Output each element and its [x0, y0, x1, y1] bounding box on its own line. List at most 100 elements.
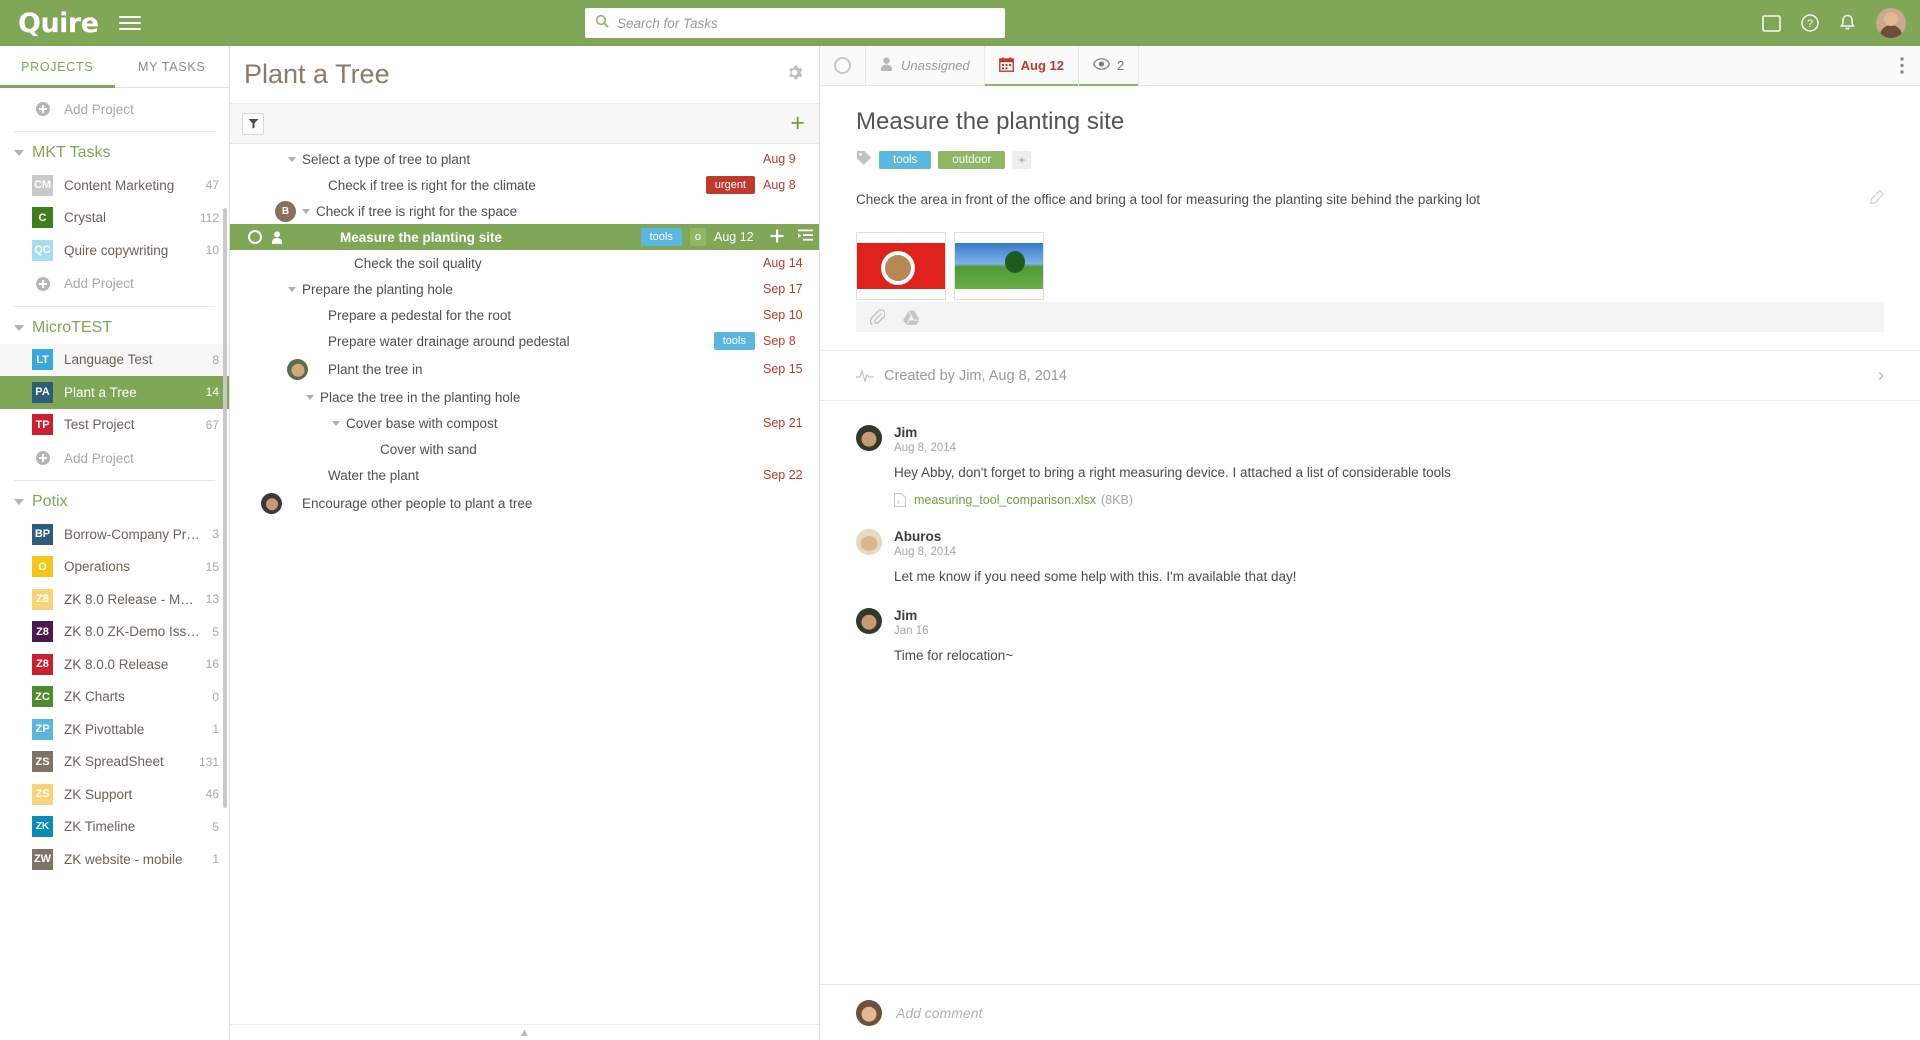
created-by-row[interactable]: Created by Jim, Aug 8, 2014 › — [820, 350, 1920, 401]
task-date[interactable]: Sep 8 — [763, 334, 819, 348]
gear-icon[interactable] — [786, 64, 803, 86]
sidebar-item-zk-80-zk-demo-issues[interactable]: Z8 ZK 8.0 ZK-Demo Issues 5 — [0, 616, 229, 649]
task-date[interactable]: Sep 10 — [763, 308, 819, 322]
task-date[interactable]: Aug 14 — [763, 256, 819, 270]
sidebar-item-operations[interactable]: O Operations 15 — [0, 551, 229, 584]
detail-watchers[interactable]: 2 — [1079, 46, 1139, 85]
tab-my-tasks[interactable]: MY TASKS — [115, 46, 230, 87]
chevron-down-icon[interactable] — [288, 287, 296, 292]
search-box[interactable] — [585, 8, 1005, 38]
task-row[interactable]: Prepare the planting hole Sep 17 — [230, 276, 819, 302]
sidebar-group-mkt-tasks[interactable]: MKT Tasks — [0, 137, 229, 169]
task-row[interactable]: Cover with sand — [230, 436, 819, 462]
sidebar-item-zk-charts[interactable]: ZC ZK Charts 0 — [0, 681, 229, 714]
task-tag[interactable]: tools — [641, 228, 682, 246]
google-drive-icon[interactable] — [903, 310, 920, 325]
paperclip-icon[interactable] — [870, 309, 885, 325]
sidebar-item-crystal[interactable]: C Crystal 112 — [0, 202, 229, 235]
sidebar-item-zk-support[interactable]: ZS ZK Support 46 — [0, 778, 229, 811]
task-row[interactable]: Water the plant Sep 22 — [230, 462, 819, 488]
assignee-avatar[interactable]: B — [275, 201, 296, 222]
detail-description[interactable]: Check the area in front of the office an… — [856, 192, 1480, 207]
task-date[interactable]: Sep 17 — [763, 282, 819, 296]
hamburger-icon[interactable] — [119, 12, 141, 34]
kebab-menu-icon[interactable] — [1884, 46, 1920, 85]
add-task-button[interactable]: + — [790, 111, 805, 136]
task-date[interactable]: Aug 8 — [763, 178, 819, 192]
sidebar-group-microtest[interactable]: MicroTEST — [0, 312, 229, 344]
chevron-down-icon[interactable] — [306, 395, 314, 400]
detail-assignee[interactable]: Unassigned — [866, 46, 985, 85]
task-row[interactable]: Prepare a pedestal for the root Sep 10 — [230, 302, 819, 328]
task-date[interactable]: Sep 22 — [763, 468, 819, 482]
avatar[interactable] — [856, 425, 882, 451]
search-input[interactable] — [617, 16, 995, 31]
add-project-mkt[interactable]: Add Project — [0, 267, 229, 301]
task-date[interactable]: Sep 21 — [763, 416, 819, 430]
task-status-circle[interactable] — [248, 230, 262, 244]
detail-due-date[interactable]: Aug 12 — [985, 46, 1079, 85]
sidebar-item-zk-80-release-mkt[interactable]: Z8 ZK 8.0 Release - MKT … 13 — [0, 583, 229, 616]
assignee-avatar[interactable] — [261, 493, 282, 514]
sidebar-item-zk-timeline[interactable]: ZK ZK Timeline 5 — [0, 811, 229, 844]
task-row[interactable]: B Check if tree is right for the space — [230, 198, 819, 224]
board-icon[interactable] — [1762, 15, 1781, 32]
comment-input[interactable] — [896, 1005, 1884, 1021]
task-row[interactable]: Check the soil quality Aug 14 — [230, 250, 819, 276]
task-tag[interactable]: tools — [714, 332, 755, 350]
sidebar-item-plant-a-tree[interactable]: PA Plant a Tree 14 — [0, 376, 229, 409]
sidebar-item-test-project[interactable]: TP Test Project 67 — [0, 409, 229, 442]
add-tag-button[interactable]: + — [1012, 151, 1031, 169]
task-date[interactable]: Aug 12 — [714, 230, 770, 244]
chevron-down-icon[interactable] — [302, 209, 310, 214]
bell-icon[interactable] — [1839, 14, 1856, 32]
assignee-avatar[interactable] — [287, 359, 308, 380]
attachment-coffee-cup-image[interactable] — [856, 232, 946, 300]
avatar[interactable] — [856, 608, 882, 634]
sidebar-item-zk-800-release[interactable]: Z8 ZK 8.0.0 Release 16 — [0, 648, 229, 681]
sidebar-item-language-test[interactable]: LT Language Test 8 — [0, 344, 229, 377]
detail-tag-outdoor[interactable]: outdoor — [938, 151, 1005, 169]
task-tag-extra[interactable]: o — [690, 228, 706, 246]
avatar[interactable] — [1876, 8, 1906, 38]
chevron-right-icon[interactable]: › — [1878, 365, 1884, 386]
task-row[interactable]: Place the tree in the planting hole — [230, 384, 819, 410]
task-row[interactable]: Prepare water drainage around pedestal t… — [230, 328, 819, 354]
sidebar-item-content-marketing[interactable]: CM Content Marketing 47 — [0, 169, 229, 202]
add-subtask-icon[interactable] — [770, 229, 784, 246]
task-row[interactable]: Select a type of tree to plant Aug 9 — [230, 146, 819, 172]
task-row-selected[interactable]: Measure the planting site tools o Aug 12 — [230, 224, 819, 250]
sidebar-item-zk-website-mobile[interactable]: ZW ZK website - mobile 1 — [0, 843, 229, 876]
attachment-link[interactable]: measuring_tool_comparison.xlsx — [914, 493, 1096, 507]
sidebar-group-potix[interactable]: Potix — [0, 486, 229, 518]
task-tag[interactable]: urgent — [706, 176, 755, 194]
avatar[interactable] — [856, 1000, 882, 1026]
attachment-tree-field-image[interactable] — [954, 232, 1044, 300]
sidebar-scrollbar[interactable] — [223, 208, 227, 808]
sidebar-item-zk-spreadsheet[interactable]: ZS ZK SpreadSheet 131 — [0, 746, 229, 779]
task-row[interactable]: Check if tree is right for the climate u… — [230, 172, 819, 198]
chevron-down-icon[interactable] — [288, 157, 296, 162]
avatar[interactable] — [856, 529, 882, 555]
indent-icon[interactable] — [798, 229, 813, 245]
sidebar-item-zk-pivottable[interactable]: ZP ZK Pivottable 1 — [0, 713, 229, 746]
filter-icon[interactable] — [242, 113, 264, 135]
app-logo[interactable]: Quire — [18, 8, 99, 39]
chevron-down-icon[interactable] — [332, 421, 340, 426]
task-row[interactable]: Plant the tree in Sep 15 — [230, 354, 819, 384]
person-icon[interactable] — [271, 231, 283, 244]
task-date[interactable]: Aug 9 — [763, 152, 819, 166]
detail-task-title[interactable]: Measure the planting site — [820, 86, 1920, 136]
collapse-handle[interactable]: ▲ — [230, 1024, 819, 1040]
add-project-top[interactable]: Add Project — [0, 92, 229, 126]
tab-projects[interactable]: PROJECTS — [0, 46, 115, 87]
detail-status-button[interactable] — [820, 46, 866, 85]
task-row[interactable]: Encourage other people to plant a tree — [230, 488, 819, 518]
sidebar-item-quire-copywriting[interactable]: QC Quire copywriting 10 — [0, 234, 229, 267]
task-date[interactable]: Sep 15 — [763, 362, 819, 376]
pencil-icon[interactable] — [1869, 190, 1884, 211]
help-icon[interactable]: ? — [1801, 14, 1819, 32]
detail-tag-tools[interactable]: tools — [879, 151, 931, 169]
sidebar-item-borrow-company-prop[interactable]: BP Borrow-Company Prop… 3 — [0, 518, 229, 551]
add-project-microtest[interactable]: Add Project — [0, 441, 229, 475]
